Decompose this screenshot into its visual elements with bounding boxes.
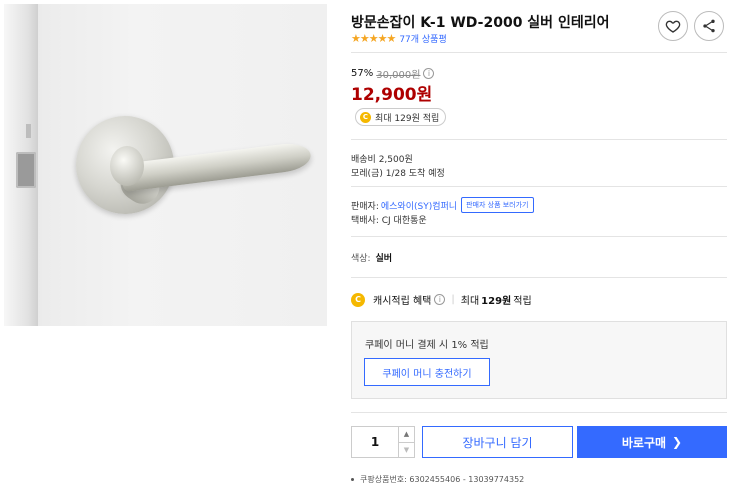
arrival-date: 모레(금) 1/28 도착 예정	[351, 169, 445, 179]
reward-badge: C 최대 129원 적립	[355, 108, 447, 126]
divider	[351, 236, 727, 237]
heart-icon	[665, 20, 681, 33]
handle-neck	[110, 146, 144, 186]
star-rating-icon: ★★★★★	[351, 32, 396, 45]
color-option: 색상: 실버	[351, 251, 392, 264]
coupay-charge-button[interactable]: 쿠페이 머니 충전하기	[364, 358, 490, 386]
cash-reward-suffix: 적립	[513, 296, 532, 307]
reward-badge-text: 최대 129원 적립	[375, 113, 440, 124]
rating-row[interactable]: ★★★★★ 77개 상품평	[351, 32, 447, 45]
divider	[351, 412, 727, 413]
product-number: 쿠팡상품번호: 6302455406 - 13039774352	[351, 474, 524, 485]
color-option-label: 색상:	[351, 254, 371, 264]
review-count-link[interactable]: 77개 상품평	[399, 32, 446, 45]
separator: |	[451, 294, 455, 305]
product-image[interactable]	[4, 4, 327, 326]
coin-icon: C	[360, 111, 371, 123]
seller-label: 판매자:	[351, 201, 379, 212]
wishlist-button[interactable]	[658, 11, 688, 41]
buy-now-label: 바로구매	[621, 435, 667, 450]
product-title: 방문손잡이 K-1 WD-2000 실버 인테리어	[351, 15, 610, 31]
seller-products-link[interactable]: 판매자 상품 보러가기	[461, 197, 534, 213]
chevron-right-icon: ❯	[672, 435, 683, 449]
shipping-fee: 배송비 2,500원	[351, 155, 413, 165]
share-icon	[703, 19, 715, 33]
seller-name-link[interactable]: 에스와이(SY)컴퍼니	[381, 199, 457, 212]
quantity-arrows: ▲ ▼	[398, 427, 414, 457]
divider	[351, 277, 727, 278]
latch-bolt	[26, 124, 31, 138]
coupay-money-text: 쿠페이 머니 결제 시 1% 적립	[365, 340, 489, 351]
latch-plate	[16, 152, 36, 188]
divider	[351, 139, 727, 140]
discount-rate: 57%	[351, 68, 374, 79]
courier: 택배사: CJ 대한통운	[351, 216, 427, 226]
info-icon[interactable]: i	[423, 68, 435, 79]
buy-now-button[interactable]: 바로구매 ❯	[577, 426, 727, 458]
product-number-text: 쿠팡상품번호: 6302455406 - 13039774352	[360, 475, 525, 484]
coupay-money-box: 쿠페이 머니 결제 시 1% 적립 쿠페이 머니 충전하기	[351, 321, 727, 399]
quantity-up-icon[interactable]: ▲	[399, 427, 414, 442]
share-button[interactable]	[694, 11, 724, 41]
sale-price: 12,900원	[351, 85, 433, 105]
cash-reward-amount: 129원	[481, 296, 512, 307]
divider	[351, 186, 727, 187]
cash-reward-row: C 캐시적립 혜택 i | 최대 129원 적립	[351, 292, 532, 307]
cash-reward-label: 캐시적립 혜택	[373, 296, 432, 307]
cash-coin-icon: C	[351, 292, 365, 307]
original-price: 30,000원	[376, 70, 421, 81]
divider	[351, 52, 727, 53]
cash-reward-prefix: 최대	[460, 296, 480, 307]
quantity-input[interactable]: 1	[352, 427, 398, 457]
quantity-stepper[interactable]: 1 ▲ ▼	[351, 426, 415, 458]
add-to-cart-button[interactable]: 장바구니 담기	[422, 426, 573, 458]
bullet	[351, 478, 354, 481]
color-option-value: 실버	[375, 254, 393, 264]
quantity-down-icon[interactable]: ▼	[399, 441, 414, 458]
seller-row: 판매자: 에스와이(SY)컴퍼니 판매자 상품 보러가기	[351, 197, 534, 213]
discount-row: 57% 30,000원 i	[351, 66, 435, 81]
info-icon[interactable]: i	[434, 294, 446, 305]
